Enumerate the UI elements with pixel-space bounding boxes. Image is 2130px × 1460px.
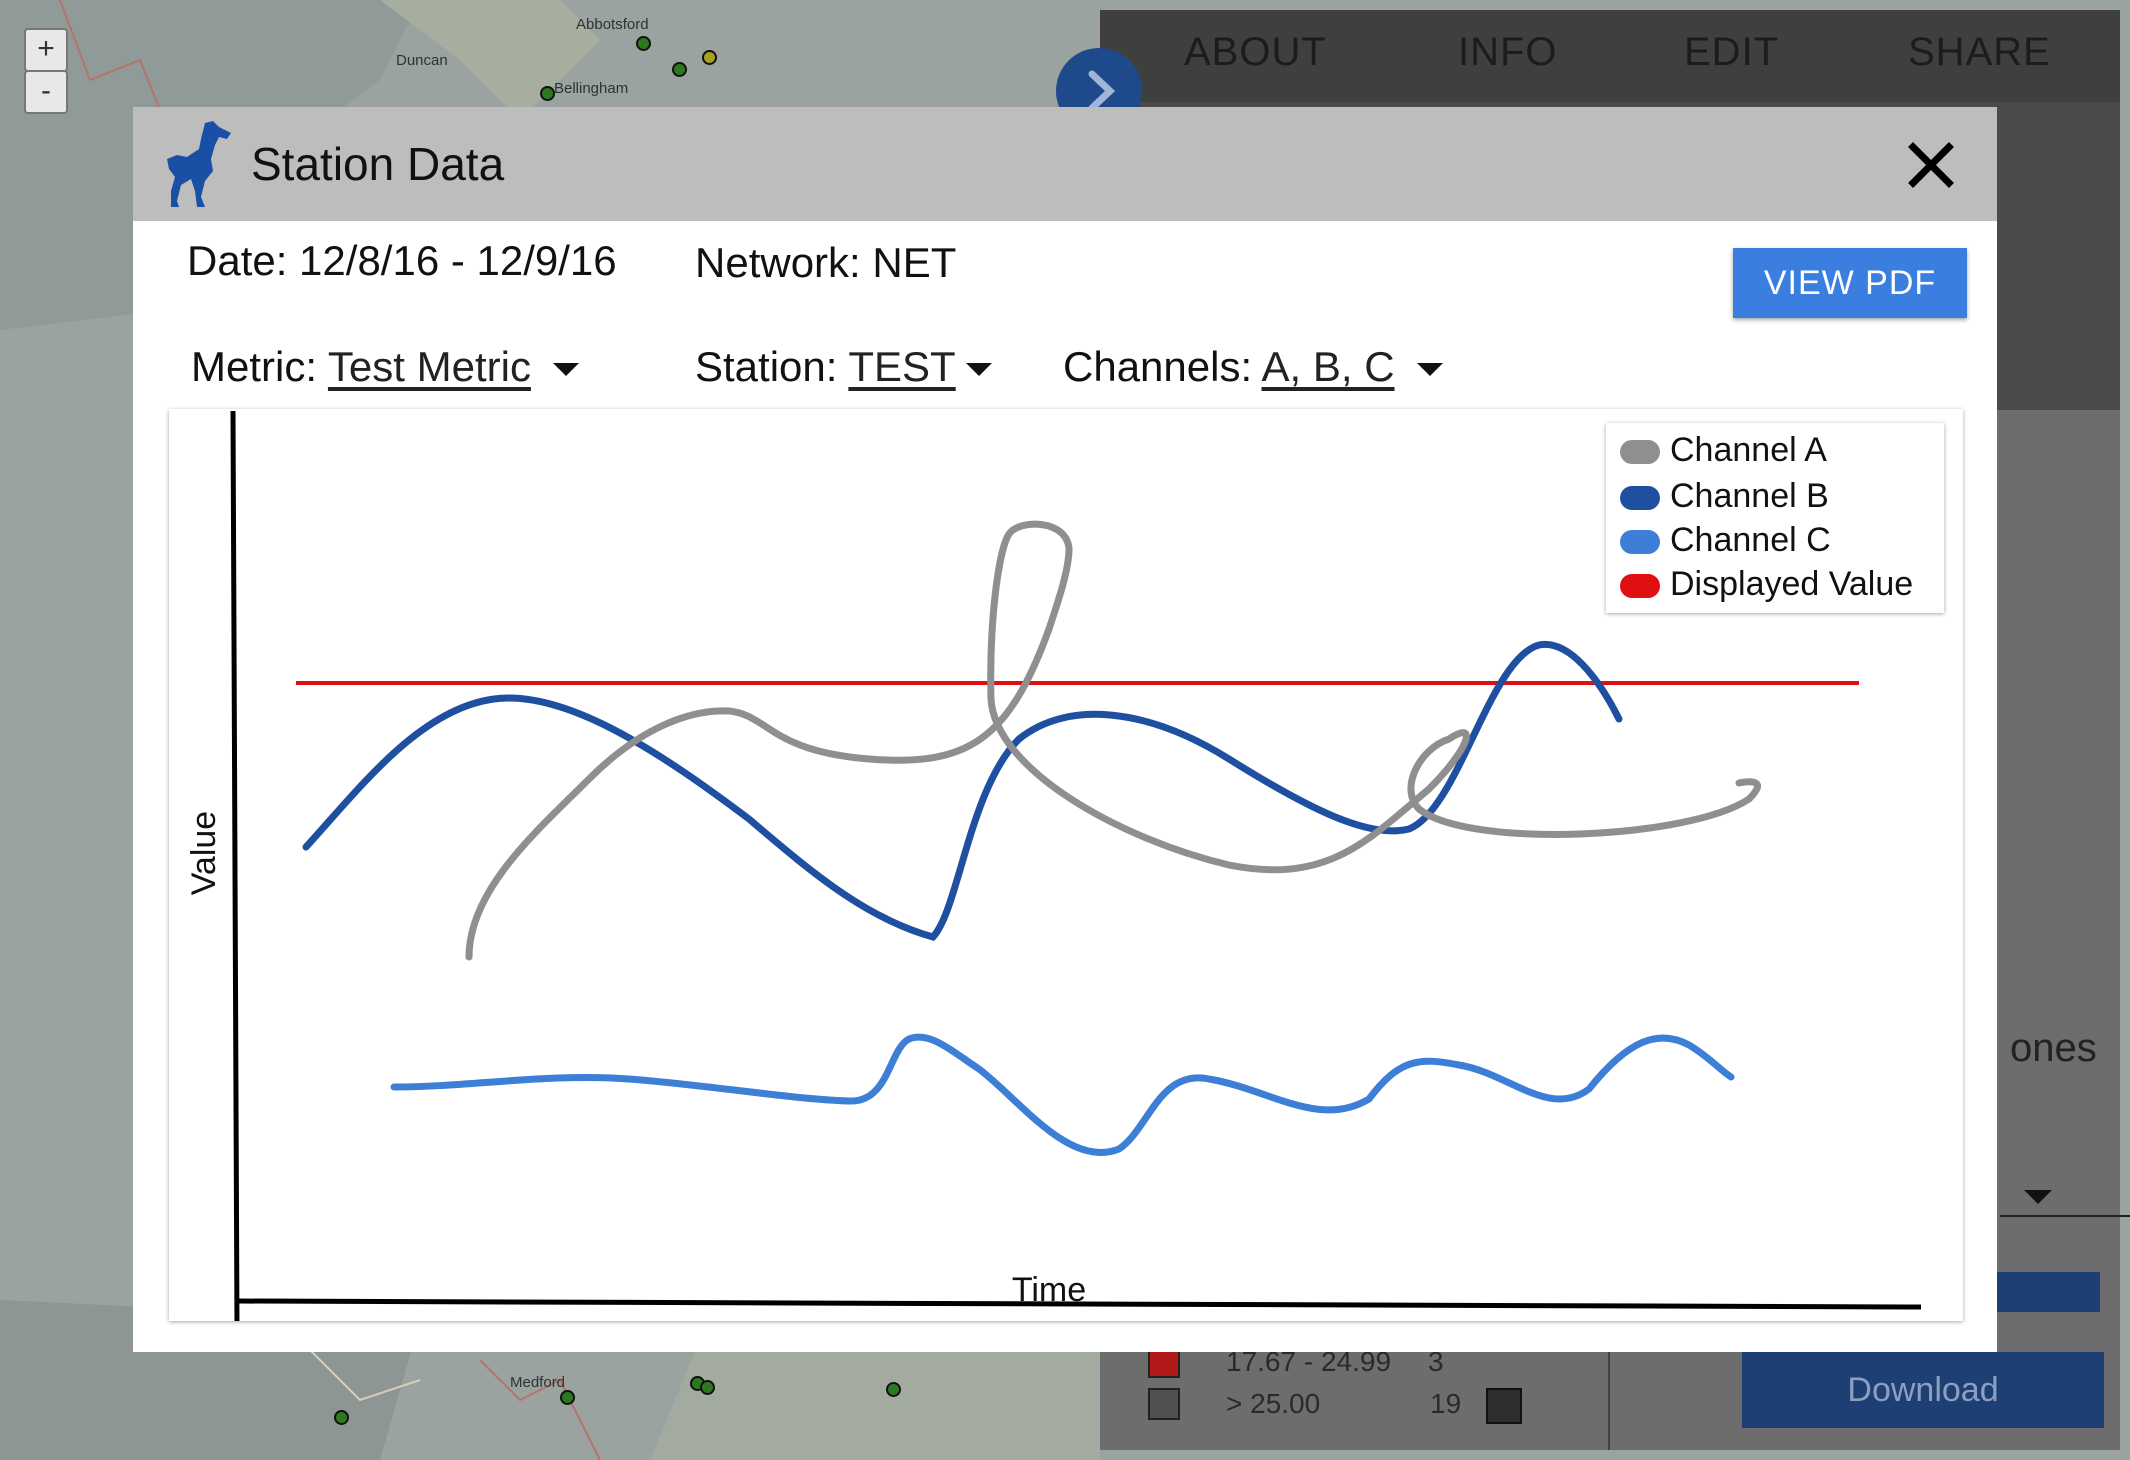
dropdown-caret-icon[interactable] [2024, 1190, 2052, 1204]
station-marker[interactable] [672, 62, 687, 77]
network-label: Network: NET [695, 239, 957, 286]
chevron-down-icon[interactable] [1416, 363, 1443, 377]
station-marker[interactable] [560, 1390, 575, 1405]
legend-label: Displayed Value [1670, 565, 1914, 603]
nav-edit[interactable]: EDIT [1684, 30, 1779, 75]
station-data-modal: Station Data Date: 12/8/16 - 12/9/16 Net… [133, 107, 1997, 1352]
series-line-channel-c [390, 1033, 1735, 1156]
station-marker[interactable] [700, 1380, 715, 1395]
legend-swatch [1620, 530, 1660, 555]
horse-logo-icon [167, 121, 231, 207]
nav-info[interactable]: INFO [1458, 30, 1558, 75]
zoom-in-button[interactable]: + [24, 28, 68, 72]
zoom-out-button[interactable]: - [24, 70, 68, 114]
legend-swatch [1620, 440, 1660, 465]
modal-header: Station Data [133, 107, 1997, 221]
metric-label: Metric: [191, 343, 317, 390]
legend-range: > 25.00 [1226, 1388, 1321, 1419]
channels-value[interactable]: A, B, C [1261, 343, 1394, 390]
station-value[interactable]: TEST [848, 343, 955, 390]
station-marker[interactable] [886, 1382, 901, 1397]
series-line-channel-a [465, 520, 1761, 961]
legend-checkbox[interactable] [1148, 1388, 1180, 1420]
download-button[interactable]: Download [1742, 1352, 2104, 1428]
close-icon [1908, 142, 1954, 188]
panel-partial-text: ones [2010, 1026, 2097, 1070]
y-axis-line [230, 410, 240, 1321]
chart-panel: Time Value Channel A Channel B Channel C… [169, 409, 1963, 1321]
station-selector[interactable]: Station: TEST [695, 343, 992, 391]
y-axis-label: Value [185, 811, 223, 895]
date-range-label: Date: 12/8/16 - 12/9/16 [187, 237, 617, 284]
legend-label: Channel B [1670, 477, 1829, 515]
x-axis-label: Time [1012, 1271, 1086, 1309]
map-place-label: Bellingham [554, 80, 629, 97]
legend-label: Channel C [1670, 521, 1831, 559]
legend-item-channel-a[interactable]: Channel A [1620, 431, 1827, 471]
legend-swatch [1620, 574, 1660, 599]
channels-label: Channels: [1063, 343, 1253, 390]
station-marker[interactable] [636, 36, 651, 51]
legend-color-swatch [1486, 1388, 1522, 1424]
modal-title: Station Data [251, 138, 505, 190]
view-pdf-button[interactable]: VIEW PDF [1733, 248, 1967, 318]
station-label: Station: [695, 343, 838, 390]
legend-count: 19 [1430, 1388, 1462, 1419]
legend-item-displayed-value[interactable]: Displayed Value [1620, 565, 1913, 605]
chart-legend: Channel A Channel B Channel C Displayed … [1606, 423, 1944, 613]
top-nav: ABOUT INFO EDIT SHARE [1100, 10, 2120, 102]
legend-label: Channel A [1670, 431, 1827, 469]
nav-about[interactable]: ABOUT [1184, 30, 1327, 75]
map-place-label: Medford [510, 1374, 566, 1391]
legend-swatch [1620, 486, 1660, 511]
panel-divider [1608, 1352, 1610, 1450]
metric-selector[interactable]: Metric: Test Metric [191, 343, 579, 391]
legend-item-channel-b[interactable]: Channel B [1620, 477, 1829, 517]
chevron-down-icon[interactable] [965, 363, 992, 377]
map-place-label: Abbotsford [576, 16, 649, 33]
close-button[interactable] [1903, 137, 1959, 193]
chevron-down-icon[interactable] [552, 363, 579, 377]
station-marker[interactable] [540, 86, 555, 101]
select-underline [2000, 1215, 2130, 1217]
nav-share[interactable]: SHARE [1908, 30, 2051, 75]
channels-selector[interactable]: Channels: A, B, C [1063, 343, 1443, 391]
station-marker[interactable] [702, 50, 717, 65]
station-marker[interactable] [334, 1410, 349, 1425]
map-place-label: Duncan [396, 52, 448, 69]
metric-value[interactable]: Test Metric [328, 343, 531, 390]
legend-item-channel-c[interactable]: Channel C [1620, 521, 1831, 561]
